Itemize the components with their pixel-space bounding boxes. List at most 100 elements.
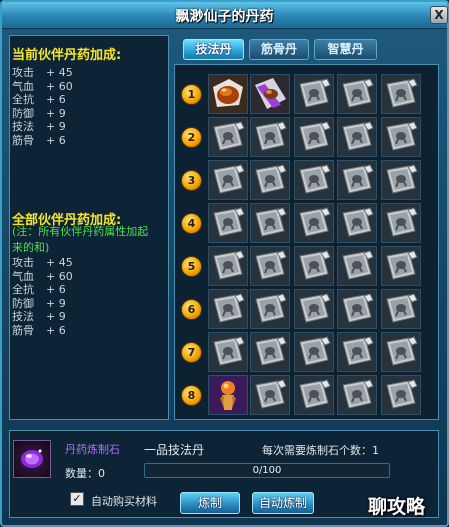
locked-scroll-icon [382, 118, 420, 156]
locked-scroll-icon [295, 204, 333, 242]
pill-slot[interactable] [294, 203, 334, 243]
locked-scroll-icon [295, 118, 333, 156]
pill-slot[interactable] [208, 375, 248, 415]
pill-slot[interactable] [250, 246, 290, 286]
purple-gem-icon[interactable] [13, 440, 51, 478]
pill-slot[interactable] [381, 246, 421, 286]
locked-scroll-icon [251, 376, 289, 414]
pill-slot[interactable] [381, 117, 421, 157]
tab-skill-pill[interactable]: 技法丹 [183, 39, 244, 60]
pill-slot[interactable] [208, 289, 248, 329]
pill-slot[interactable] [337, 117, 377, 157]
locked-scroll-icon [382, 290, 420, 328]
pill-slot[interactable] [337, 160, 377, 200]
locked-scroll-icon [338, 75, 376, 113]
stat-row: 防御 + 9 [12, 106, 66, 120]
stat-row: 技法 + 9 [12, 120, 66, 134]
pill-slot[interactable] [208, 203, 248, 243]
quantity-label: 数量：0 [65, 467, 105, 480]
pill-slot[interactable] [250, 203, 290, 243]
locked-scroll-icon [338, 247, 376, 285]
locked-scroll-icon [251, 290, 289, 328]
pill-slot[interactable] [381, 203, 421, 243]
row-number-badge: 8 [181, 385, 202, 406]
locked-scroll-icon [295, 75, 333, 113]
locked-scroll-icon [251, 204, 289, 242]
pill-slot[interactable] [250, 74, 290, 114]
locked-scroll-icon [209, 204, 247, 242]
auto-buy-checkbox[interactable]: ✓ [70, 492, 84, 506]
pill-slot[interactable] [381, 375, 421, 415]
locked-scroll-icon [295, 333, 333, 371]
current-stats-list: 攻击 + 45 气血 + 60 全抗 + 6 防御 + 9 技法 + 9 筋骨 + 6 [12, 66, 73, 148]
pill-slot[interactable] [208, 160, 248, 200]
all-stats-list: 攻击 + 45 气血 + 60 全抗 + 6 防御 + 9 技法 + 9 筋骨 + 6 [12, 256, 73, 338]
stat-row: 技法 + 9 [12, 310, 66, 324]
progress-text: 0/100 [252, 465, 282, 476]
pill-slot[interactable] [208, 246, 248, 286]
pill-slot[interactable] [337, 74, 377, 114]
pill-slot[interactable] [294, 246, 334, 286]
pill-slot[interactable] [250, 332, 290, 372]
locked-scroll-icon [338, 161, 376, 199]
stat-row: 攻击 + 45 [12, 66, 73, 79]
pill-slot[interactable] [381, 74, 421, 114]
close-button[interactable]: X [430, 6, 448, 24]
pill-slot[interactable] [250, 289, 290, 329]
locked-scroll-icon [382, 376, 420, 414]
refine-button[interactable]: 炼制 [180, 492, 240, 514]
pill-slot[interactable] [294, 117, 334, 157]
pill-slot[interactable] [294, 160, 334, 200]
pill-slot[interactable] [381, 289, 421, 329]
pill-slot[interactable] [294, 74, 334, 114]
pill-slot[interactable] [381, 160, 421, 200]
locked-scroll-icon [338, 290, 376, 328]
stat-row: 防御 + 9 [12, 296, 66, 310]
locked-scroll-icon [209, 247, 247, 285]
pill-slot[interactable] [337, 246, 377, 286]
refine-progress-bar: 0/100 [144, 463, 390, 478]
row-number-badge: 6 [181, 299, 202, 320]
locked-scroll-icon [382, 333, 420, 371]
locked-scroll-icon [382, 204, 420, 242]
figure-icon [209, 376, 247, 414]
auto-refine-button[interactable]: 自动炼制 [252, 492, 314, 514]
pill-slot[interactable] [250, 375, 290, 415]
stat-row: 全抗 + 6 [12, 93, 66, 107]
pill-slot[interactable] [381, 332, 421, 372]
pill-slot[interactable] [294, 332, 334, 372]
locked-scroll-icon [382, 161, 420, 199]
locked-scroll-icon [209, 290, 247, 328]
locked-scroll-icon [251, 118, 289, 156]
locked-scroll-icon [295, 161, 333, 199]
stat-row: 气血 + 60 [12, 269, 73, 283]
locked-scroll-icon [382, 75, 420, 113]
pill-slot[interactable] [294, 375, 334, 415]
watermark: 聊攻略 [368, 496, 426, 518]
row-number-badge: 4 [181, 213, 202, 234]
locked-scroll-icon [338, 118, 376, 156]
window-title: 飘渺仙子的丹药 [175, 9, 274, 25]
locked-scroll-icon [251, 161, 289, 199]
title-bar[interactable]: 飘渺仙子的丹药 X [2, 2, 448, 29]
row-number-badge: 2 [181, 127, 202, 148]
pill-slot[interactable] [294, 289, 334, 329]
pill-slot[interactable] [208, 74, 248, 114]
pill-slot[interactable] [250, 117, 290, 157]
stat-row: 气血 + 60 [12, 79, 73, 93]
locked-scroll-icon [382, 247, 420, 285]
pill-slot[interactable] [337, 375, 377, 415]
tab-bone-pill[interactable]: 筋骨丹 [249, 39, 309, 60]
pill-orange-icon [209, 75, 247, 113]
pill-slot[interactable] [337, 203, 377, 243]
locked-scroll-icon [295, 247, 333, 285]
tab-wisdom-pill[interactable]: 智慧丹 [314, 39, 377, 60]
pill-slot[interactable] [208, 332, 248, 372]
pill-slot[interactable] [337, 289, 377, 329]
row-number-badge: 7 [181, 342, 202, 363]
pill-slot[interactable] [250, 160, 290, 200]
stat-row: 全抗 + 6 [12, 283, 66, 297]
pill-slot[interactable] [208, 117, 248, 157]
stat-row: 攻击 + 45 [12, 256, 73, 269]
pill-slot[interactable] [337, 332, 377, 372]
